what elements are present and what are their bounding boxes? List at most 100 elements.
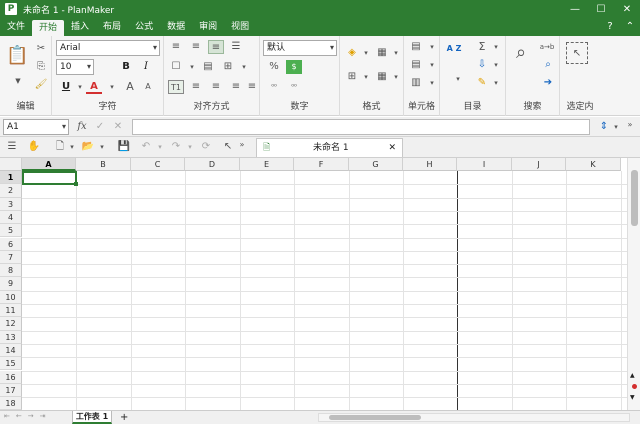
new-dropdown-icon[interactable]: ▾ [64, 140, 80, 154]
close-button[interactable]: ✕ [614, 4, 640, 15]
borders-dropdown-icon[interactable]: ▾ [358, 70, 374, 84]
row-header[interactable]: 14 [0, 343, 22, 358]
selected-cell[interactable] [22, 171, 78, 187]
vertical-scrollbar[interactable]: ▲ ▼ [627, 158, 640, 410]
menu-icon[interactable]: ☰ [4, 140, 20, 154]
font-color-dropdown-icon[interactable]: ▾ [104, 80, 120, 94]
column-header[interactable]: C [131, 158, 185, 171]
font-name-select[interactable]: Arial ▾ [56, 40, 160, 56]
hand-icon[interactable]: ✋ [26, 140, 42, 154]
replace-button[interactable]: a→b [536, 40, 558, 54]
row-header[interactable]: 10 [0, 290, 22, 304]
column-header[interactable]: B [76, 158, 131, 171]
percent-button[interactable]: % [266, 60, 282, 74]
increase-decimal-button[interactable]: ⁰⁰ [266, 80, 282, 94]
border-dropdown-icon[interactable]: ▾ [184, 60, 200, 74]
cell-size-icon[interactable]: ▥ [408, 76, 424, 90]
tab-insert[interactable]: 插入 [64, 18, 96, 36]
scroll-up-icon[interactable]: ▲ [630, 372, 635, 379]
decrease-decimal-button[interactable]: ⁰⁰ [286, 80, 302, 94]
column-header[interactable]: J [512, 158, 566, 171]
delete-cells-icon[interactable]: ▤ [408, 58, 424, 72]
row-header[interactable]: 6 [0, 237, 22, 251]
goto-icon[interactable]: ➔ [540, 76, 556, 90]
wrap-text-icon[interactable]: ▤ [200, 60, 216, 74]
row-header[interactable]: 7 [0, 250, 22, 265]
align-left-icon[interactable]: ≡ [188, 80, 204, 94]
spreadsheet-grid[interactable]: A B C D E F G H I J K 1 2 3 4 5 6 7 8 9 10 11 12 13 14 15 16 17 18 [0, 158, 627, 410]
row-header[interactable]: 5 [0, 224, 22, 238]
row-header[interactable]: 3 [0, 197, 22, 211]
row-header[interactable]: 15 [0, 357, 22, 371]
tab-view[interactable]: 视图 [224, 18, 256, 36]
fill-handle[interactable] [74, 182, 78, 187]
document-close-button[interactable]: ✕ [388, 139, 396, 157]
number-format-select[interactable]: 默认 ▾ [263, 40, 337, 56]
style-dropdown-icon[interactable]: ▾ [388, 70, 404, 84]
row-header[interactable]: 16 [0, 370, 22, 384]
toolbar-more-button[interactable]: » [234, 138, 250, 152]
column-header[interactable]: I [457, 158, 512, 171]
grow-font-button[interactable]: A [122, 80, 138, 94]
search-icon[interactable]: ⌕ [510, 42, 532, 64]
column-header[interactable]: D [185, 158, 240, 171]
column-header[interactable]: G [349, 158, 403, 171]
tab-data[interactable]: 数据 [160, 18, 192, 36]
format-painter-icon[interactable]: 🖌 [33, 78, 49, 92]
column-header[interactable]: F [294, 158, 349, 171]
paste-dropdown-icon[interactable]: ▼ [10, 74, 26, 88]
align-top-icon[interactable]: ≡ [168, 40, 184, 54]
document-tab[interactable]: 🗎 未命名 1 ✕ [256, 138, 403, 157]
cond-dropdown-icon[interactable]: ▾ [388, 46, 404, 60]
merge-dropdown-icon[interactable]: ▾ [236, 60, 252, 74]
currency-icon[interactable]: $ [286, 60, 302, 74]
fill-dropdown2-icon[interactable]: ▾ [488, 58, 504, 72]
select-icon[interactable]: ↖ [566, 42, 588, 64]
row-header[interactable]: 17 [0, 383, 22, 398]
tab-home[interactable]: 开始 [32, 20, 65, 36]
tab-review[interactable]: 审阅 [192, 18, 224, 36]
fill-dropdown-icon[interactable]: ▾ [358, 46, 374, 60]
t1-button[interactable]: T1 [168, 80, 184, 94]
horizontal-scroll-thumb[interactable] [329, 415, 421, 420]
row-header[interactable]: 11 [0, 304, 22, 318]
row-header[interactable]: 12 [0, 317, 22, 331]
justify-icon[interactable]: ≡ [244, 80, 260, 94]
save-icon[interactable]: 💾 [116, 140, 132, 154]
indent-icon[interactable]: ☰ [228, 40, 244, 54]
horizontal-scrollbar[interactable] [318, 413, 630, 422]
scroll-down-icon[interactable]: ▼ [630, 394, 635, 401]
column-header[interactable]: H [403, 158, 457, 171]
sheet-nav-icons[interactable]: ⇤←→⇥ [4, 412, 51, 420]
clear-dropdown-icon[interactable]: ▾ [488, 76, 504, 90]
row-header[interactable]: 18 [0, 397, 22, 410]
font-color-button[interactable]: A [86, 80, 102, 94]
cancel-icon[interactable]: ✕ [110, 120, 126, 134]
sort-icon[interactable]: A Z [444, 44, 464, 68]
undo-dropdown-icon[interactable]: ▾ [152, 140, 168, 154]
more-icon[interactable]: » [622, 118, 638, 132]
column-header[interactable]: E [240, 158, 294, 171]
row-header[interactable]: 2 [0, 184, 22, 198]
record-icon[interactable] [632, 384, 637, 389]
shrink-font-button[interactable]: A [140, 80, 156, 94]
add-sheet-button[interactable]: + [120, 411, 128, 424]
function-wizard-button[interactable]: fx [74, 120, 90, 134]
formula-input[interactable] [132, 119, 590, 135]
align-center-icon[interactable]: ≡ [208, 80, 224, 94]
align-bottom-icon[interactable]: ≡ [208, 40, 224, 54]
vertical-scroll-thumb[interactable] [631, 170, 638, 226]
align-right-icon[interactable]: ≡ [228, 80, 244, 94]
redo-dropdown-icon[interactable]: ▾ [182, 140, 198, 154]
delete-dropdown-icon[interactable]: ▾ [424, 58, 440, 72]
merge-cells-icon[interactable]: ⊞ [220, 60, 236, 74]
open-dropdown-icon[interactable]: ▾ [94, 140, 110, 154]
collapse-ribbon-button[interactable]: ⌃ [620, 18, 640, 36]
column-header[interactable]: A [22, 158, 76, 171]
sort-dropdown-icon[interactable]: ▾ [450, 72, 466, 86]
minimize-button[interactable]: — [562, 4, 588, 15]
row-header[interactable]: 8 [0, 264, 22, 278]
maximize-button[interactable]: ☐ [588, 4, 614, 15]
align-middle-icon[interactable]: ≡ [188, 40, 204, 54]
row-header[interactable]: 4 [0, 210, 22, 225]
